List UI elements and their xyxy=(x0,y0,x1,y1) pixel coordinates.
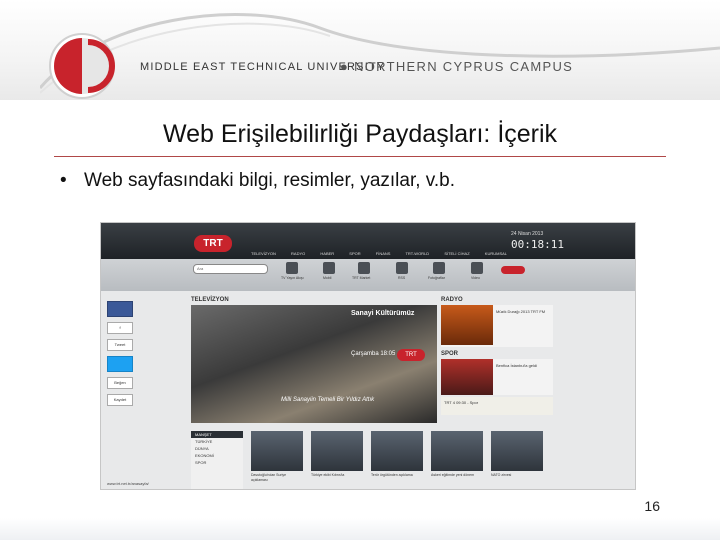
trt-red-button xyxy=(501,266,525,274)
trt-nav-item: KURUMSAL xyxy=(484,251,508,256)
news-thumb xyxy=(371,431,423,471)
tv-section-label: TELEVİZYON xyxy=(191,297,229,303)
spor-image xyxy=(441,359,493,395)
trt-clock: 00:18:11 xyxy=(511,238,564,251)
news-menu-item: TÜRKİYE xyxy=(195,439,213,444)
radyo-box: Müzik Durağı 2013 TRT FM xyxy=(441,305,553,347)
news-thumb xyxy=(491,431,543,471)
page-number: 16 xyxy=(644,498,660,514)
trt-nav-item: SPOR xyxy=(349,251,361,256)
toolbar-label: RSS xyxy=(398,276,406,280)
trt-screenshot: TRT TELEVİZYON RADYO HABER SPOR FİNANS T… xyxy=(100,222,636,490)
trt-toolbar: Ara TV Yayın Akışı Mobil TRT Market RSS … xyxy=(101,259,635,291)
mobile-icon xyxy=(323,262,335,274)
facebook-icon xyxy=(107,301,133,317)
twitter-icon xyxy=(107,356,133,372)
tv-overlay-time: Çarşamba 18:05 xyxy=(351,351,396,357)
toolbar-label: Mobil xyxy=(323,276,332,280)
share-column: f Tweet Beğen Kaydet xyxy=(107,301,133,411)
trt-nav-item: HABER xyxy=(320,251,335,256)
share-tweet: Tweet xyxy=(107,339,133,351)
news-menu: MANŞET TÜRKİYE DÜNYA EKONOMİ SPOR xyxy=(191,431,243,489)
trt-logo: TRT xyxy=(194,235,232,252)
news-menu-item: DÜNYA xyxy=(195,446,209,451)
toolbar-label: TV Yayın Akışı xyxy=(281,276,304,280)
trt-nav: TELEVİZYON RADYO HABER SPOR FİNANS TRT-W… xyxy=(251,251,521,256)
tv-guide-icon xyxy=(286,262,298,274)
toolbar-label: Video xyxy=(471,276,480,280)
tv-badge: TRT xyxy=(397,349,425,361)
bullet-dot: • xyxy=(60,170,67,191)
news-menu-item: MANŞET xyxy=(191,431,243,438)
toolbar-label: TRT Market xyxy=(352,276,371,280)
bullet-text: Web sayfasındaki bilgi, resimler, yazıla… xyxy=(84,170,456,191)
news-thumb xyxy=(431,431,483,471)
news-menu-item: SPOR xyxy=(195,460,207,465)
spor-text: Benfica İstanbul'a geldi xyxy=(496,363,538,368)
tv-overlay-title: Sanayi Kültürümüz xyxy=(351,310,415,317)
news-menu-item: EKONOMİ xyxy=(195,453,214,458)
news-caption: Terör örgütünden açıklama xyxy=(371,473,413,477)
spor-box: Benfica İstanbul'a geldi xyxy=(441,359,553,395)
trt4-box: TRT 4 09:30 - Spor xyxy=(441,397,553,415)
radyo-text: Müzik Durağı 2013 TRT FM xyxy=(496,309,546,314)
header-swoosh xyxy=(40,13,720,94)
news-thumb xyxy=(311,431,363,471)
metu-logo xyxy=(49,33,115,99)
news-caption: Davutoğlu'ndan Suriye açıklaması xyxy=(251,473,287,482)
trt-nav-item: FİNANS xyxy=(375,251,391,256)
title-rule xyxy=(54,156,666,157)
share-count: f xyxy=(107,322,133,334)
trt-nav-item: TELEVİZYON xyxy=(251,251,276,256)
trt-nav-item: SİTELİ CİHAZ xyxy=(444,251,470,256)
campus-name: ● NORTHERN CYPRUS CAMPUS xyxy=(340,59,574,74)
bullet-item: • Web sayfasındaki bilgi, resimler, yazıl… xyxy=(60,170,455,192)
news-thumb xyxy=(251,431,303,471)
trt-date: 24 Nisan 2013 xyxy=(511,231,544,237)
tv-feature-image xyxy=(191,305,437,423)
share-like: Beğen xyxy=(107,377,133,389)
rss-icon xyxy=(396,262,408,274)
tv-caption: Milli Sanayiin Temeli Bir Yıldız Attık xyxy=(281,397,375,403)
share-save: Kaydet xyxy=(107,394,133,406)
footer-band xyxy=(0,518,720,540)
trt-nav-item: RADYO xyxy=(291,251,306,256)
trt-search-input: Ara xyxy=(193,264,268,274)
trt-header: TRT TELEVİZYON RADYO HABER SPOR FİNANS T… xyxy=(101,223,635,259)
video-icon xyxy=(471,262,483,274)
photos-icon xyxy=(433,262,445,274)
trt-main: f Tweet Beğen Kaydet TELEVİZYON Sanayi K… xyxy=(101,291,635,489)
spor-label: SPOR xyxy=(441,351,459,357)
news-caption: NATO zirvesi xyxy=(491,473,512,477)
news-caption: Askeri eğitimde yeni dönem xyxy=(431,473,474,477)
radyo-image xyxy=(441,305,493,345)
news-caption: Türkiye ekibi Kıbrıs'ta xyxy=(311,473,345,477)
toolbar-label: Fotoğraflar xyxy=(428,276,445,280)
trt-nav-item: TRT-WORLD xyxy=(405,251,430,256)
slide-title: Web Erişilebilirliği Paydaşları: İçerik xyxy=(162,120,558,148)
market-icon xyxy=(358,262,370,274)
status-url: www.trt.net.tr/anasayfa/ xyxy=(107,481,149,486)
radyo-label: RADYO xyxy=(441,297,463,303)
